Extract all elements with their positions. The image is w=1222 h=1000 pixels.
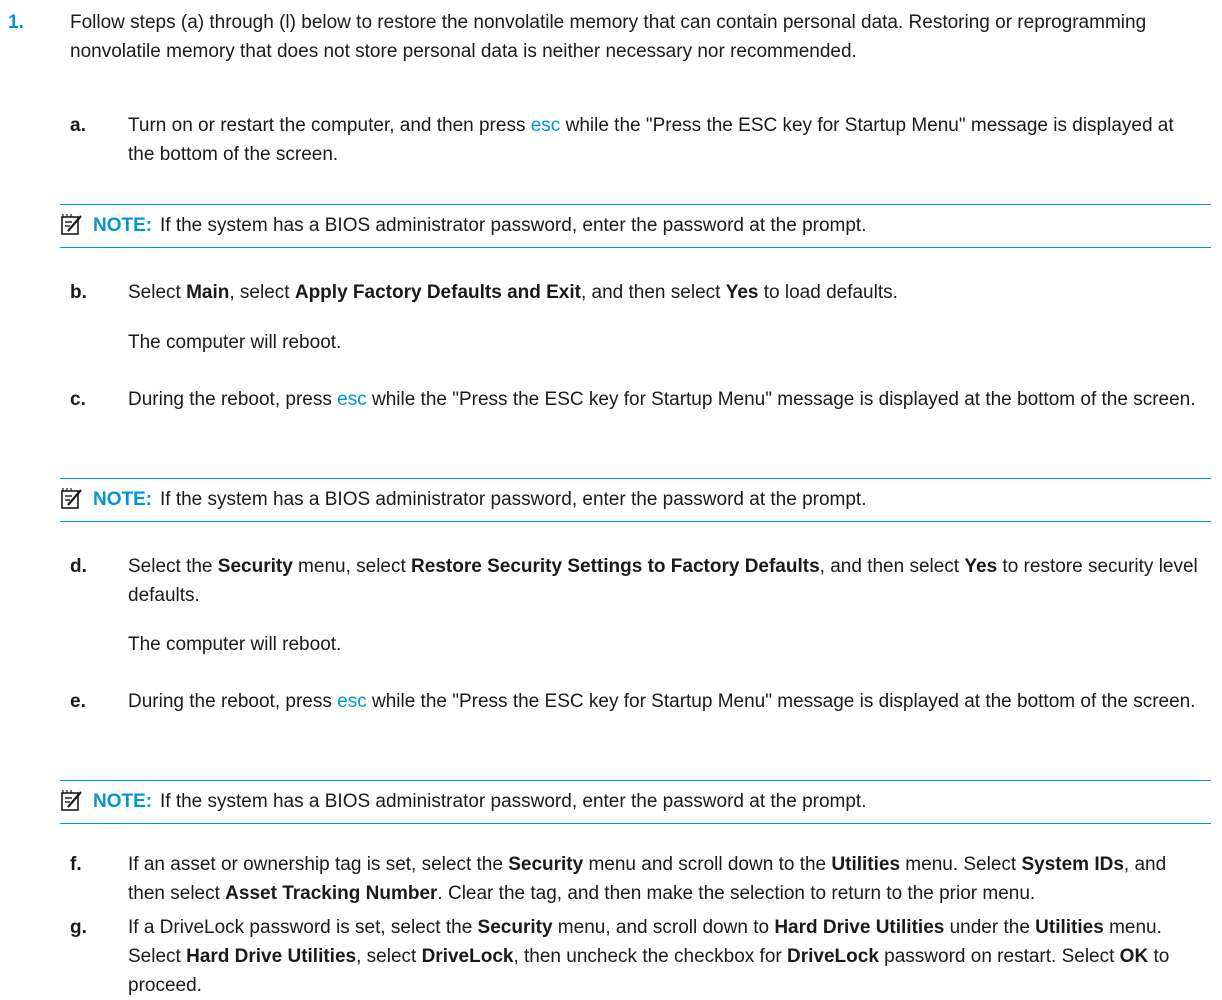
note-icon: [61, 790, 82, 811]
note-text: If the system has a BIOS administrator p…: [160, 791, 867, 812]
note-label: NOTE:: [93, 489, 153, 510]
substep-letter: b.: [70, 282, 87, 303]
substep-letter: a.: [70, 115, 86, 136]
substep-text: During the reboot, press esc while the "…: [128, 691, 1196, 712]
note-icon: [61, 214, 82, 235]
substep-letter: e.: [70, 691, 86, 712]
substep-text: If a DriveLock password is set, select t…: [128, 917, 1170, 996]
substep-letter: d.: [70, 556, 87, 577]
note-label: NOTE:: [93, 791, 153, 812]
substep-text: During the reboot, press esc while the "…: [128, 389, 1196, 410]
note-label: NOTE:: [93, 215, 153, 236]
reboot-note: The computer will reboot.: [128, 332, 342, 353]
note-box: NOTE: If the system has a BIOS administr…: [60, 204, 1211, 248]
note-box: NOTE: If the system has a BIOS administr…: [60, 780, 1211, 824]
substep-letter: g.: [70, 917, 87, 938]
note-icon: [61, 488, 82, 509]
note-box: NOTE: If the system has a BIOS administr…: [60, 478, 1211, 522]
substep-text: Select the Security menu, select Restore…: [128, 556, 1198, 606]
esc-key-link[interactable]: esc: [337, 691, 367, 712]
step-number: 1.: [8, 12, 24, 33]
note-text: If the system has a BIOS administrator p…: [160, 489, 867, 510]
substep-letter: c.: [70, 389, 86, 410]
substep-text: Turn on or restart the computer, and the…: [128, 115, 1174, 165]
esc-key-link[interactable]: esc: [531, 115, 561, 136]
substep-text: Select Main, select Apply Factory Defaul…: [128, 282, 898, 303]
substep-text: If an asset or ownership tag is set, sel…: [128, 854, 1167, 904]
esc-key-link[interactable]: esc: [337, 389, 367, 410]
step-intro-text: Follow steps (a) through (l) below to re…: [70, 12, 1147, 62]
substep-letter: f.: [70, 854, 82, 875]
reboot-note: The computer will reboot.: [128, 634, 342, 655]
note-text: If the system has a BIOS administrator p…: [160, 215, 867, 236]
